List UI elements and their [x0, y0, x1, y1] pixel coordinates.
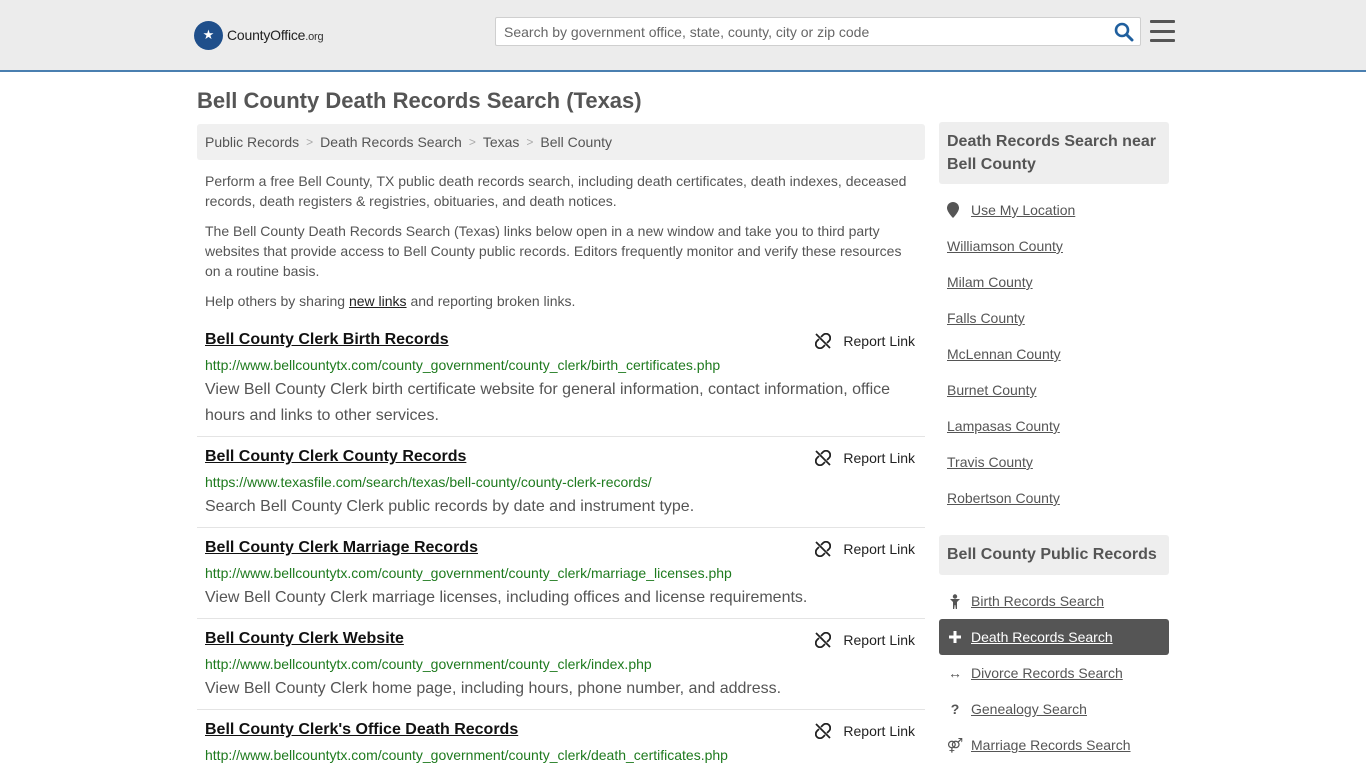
breadcrumb-public-records[interactable]: Public Records — [205, 134, 299, 150]
public-records-section-title: Bell County Public Records — [939, 535, 1169, 575]
breadcrumb: Public Records > Death Records Search > … — [197, 124, 925, 160]
breadcrumb-texas[interactable]: Texas — [483, 134, 520, 150]
map-pin-icon — [947, 202, 959, 218]
plus-icon — [947, 631, 963, 643]
arrows-horizontal-icon: ↔ — [948, 665, 962, 681]
result-item: Bell County Clerk County Records Report … — [197, 448, 925, 528]
search-icon[interactable] — [1114, 22, 1134, 42]
broken-link-icon — [815, 450, 832, 466]
nearby-burnet-county[interactable]: Burnet County — [947, 382, 1037, 398]
intro-paragraph-3: Help others by sharing new links and rep… — [205, 293, 576, 309]
new-links-link[interactable]: new links — [349, 293, 407, 309]
nearby-milam-county[interactable]: Milam County — [947, 274, 1033, 290]
result-description: Search Bell County Clerk public records … — [205, 498, 695, 515]
hamburger-menu-icon[interactable] — [1150, 20, 1175, 42]
nearby-mclennan-county[interactable]: McLennan County — [947, 346, 1061, 362]
breadcrumb-separator-icon: > — [306, 135, 314, 149]
report-link-button[interactable]: Report Link — [815, 450, 915, 466]
breadcrumb-separator-icon: > — [526, 135, 534, 149]
sidebar-item-divorce-records[interactable]: ↔ Divorce Records Search — [939, 655, 1169, 691]
report-link-button[interactable]: Report Link — [815, 541, 915, 557]
broken-link-icon — [815, 723, 832, 739]
intro-paragraph-1: Perform a free Bell County, TX public de… — [205, 173, 907, 209]
breadcrumb-separator-icon: > — [468, 135, 476, 149]
intro-paragraph-2: The Bell County Death Records Search (Te… — [205, 223, 902, 279]
nearby-williamson-county[interactable]: Williamson County — [947, 238, 1063, 254]
result-title-link[interactable]: Bell County Clerk Birth Records — [205, 331, 449, 349]
nearby-robertson-county[interactable]: Robertson County — [947, 490, 1060, 506]
result-url: https://www.texasfile.com/search/texas/b… — [205, 474, 652, 490]
nearby-lampasas-county[interactable]: Lampasas County — [947, 418, 1060, 434]
result-item: Bell County Clerk Birth Records Report L… — [197, 331, 925, 437]
site-header: ★ CountyOffice.org — [0, 0, 1366, 72]
result-url: http://www.bellcountytx.com/county_gover… — [205, 656, 652, 672]
result-item: Bell County Clerk Website Report Link ht… — [197, 630, 925, 710]
sidebar-item-birth-records[interactable]: Birth Records Search — [939, 583, 1169, 619]
breadcrumb-bell-county: Bell County — [540, 134, 613, 150]
result-description: View Bell County Clerk marriage licenses… — [205, 589, 808, 606]
site-logo[interactable]: ★ CountyOffice.org — [194, 20, 324, 50]
result-url: http://www.bellcountytx.com/county_gover… — [205, 357, 721, 373]
broken-link-icon — [815, 333, 832, 349]
nearby-falls-county[interactable]: Falls County — [947, 310, 1025, 326]
nearby-travis-county[interactable]: Travis County — [947, 454, 1033, 470]
search-box — [495, 17, 1141, 46]
broken-link-icon — [815, 541, 832, 557]
page-title: Bell County Death Records Search (Texas) — [197, 88, 642, 113]
sidebar-item-death-records[interactable]: Death Records Search — [939, 619, 1169, 655]
question-icon: ? — [950, 701, 960, 717]
result-url: http://www.bellcountytx.com/county_gover… — [205, 565, 732, 581]
logo-text: CountyOffice — [227, 27, 306, 43]
search-input[interactable] — [496, 18, 1106, 45]
sidebar-item-marriage-records[interactable]: ⚤ Marriage Records Search — [939, 727, 1169, 763]
result-item: Bell County Clerk's Office Death Records… — [197, 721, 925, 768]
sidebar-item-genealogy[interactable]: ? Genealogy Search — [939, 691, 1169, 727]
result-item: Bell County Clerk Marriage Records Repor… — [197, 539, 925, 619]
result-description: View Bell County Clerk home page, includ… — [205, 680, 782, 697]
use-my-location-link[interactable]: Use My Location — [947, 202, 1075, 218]
logo-suffix: .org — [305, 31, 324, 43]
report-link-button[interactable]: Report Link — [815, 632, 915, 648]
report-link-button[interactable]: Report Link — [815, 723, 915, 739]
broken-link-icon — [815, 632, 832, 648]
result-title-link[interactable]: Bell County Clerk's Office Death Records — [205, 721, 518, 739]
result-title-link[interactable]: Bell County Clerk County Records — [205, 448, 466, 466]
result-url: http://www.bellcountytx.com/county_gover… — [205, 747, 728, 763]
nearby-section-title: Death Records Search near Bell County — [939, 122, 1169, 184]
result-title-link[interactable]: Bell County Clerk Website — [205, 630, 404, 648]
logo-eagle-icon: ★ — [194, 20, 223, 50]
report-link-button[interactable]: Report Link — [815, 333, 915, 349]
result-description: View Bell County Clerk birth certificate… — [205, 381, 891, 424]
breadcrumb-death-records[interactable]: Death Records Search — [320, 134, 462, 150]
child-icon — [947, 593, 963, 609]
gender-icon: ⚤ — [946, 736, 964, 753]
result-title-link[interactable]: Bell County Clerk Marriage Records — [205, 539, 478, 557]
